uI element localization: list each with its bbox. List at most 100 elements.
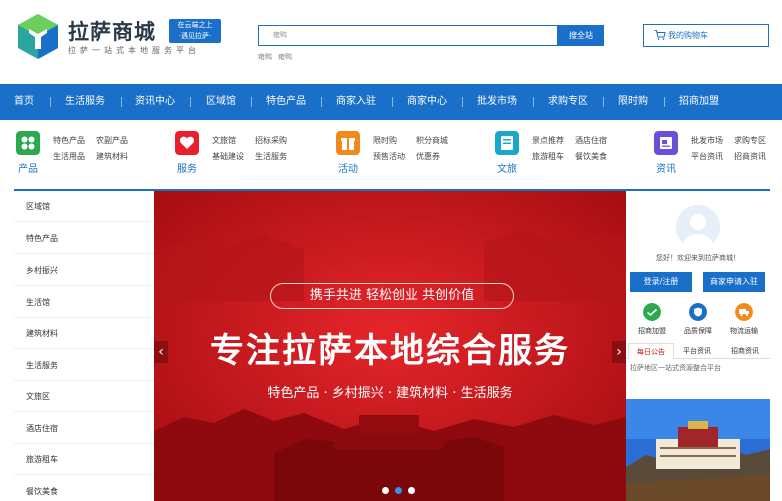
banner-subline: 特色产品 · 乡村振兴 · 建筑材料 · 生活服务 [267,386,513,401]
category-link[interactable]: 预售活动 [373,151,405,162]
merchant-apply-button[interactable]: 商家申请入驻 [703,272,765,292]
category-info[interactable]: 资讯 批发市场 求购专区 平台资讯 招商资讯 [654,130,778,180]
nav-item-news[interactable]: 资讯中心 [135,84,175,120]
carousel-prev-arrow[interactable]: ‹ [154,341,168,363]
category-label: 产品 [18,164,38,175]
truck-icon [735,303,753,321]
nav-separator [121,97,122,107]
logo-icon[interactable] [14,12,62,60]
login-register-button[interactable]: 登录/注册 [630,272,692,292]
nav-separator [251,97,252,107]
category-link[interactable]: 农副产品 [96,135,128,146]
category-link[interactable]: 基础建设 [212,151,244,162]
service-quality[interactable]: 品质保障 [674,303,722,336]
nav-item-purchase[interactable]: 求购专区 [548,84,588,120]
category-link[interactable]: 旅游租车 [532,151,564,162]
category-link[interactable]: 生活用品 [53,151,85,162]
search-input[interactable]: 雍鸭 [258,25,558,46]
category-product[interactable]: 产品 特色产品 农副产品 生活用品 建筑材料 [16,130,146,180]
tab-franchise-news[interactable]: 招商资讯 [722,343,768,359]
category-link[interactable]: 特色产品 [53,135,85,146]
brand-tag-line2: ·遇见拉萨· [178,32,212,40]
category-link[interactable]: 积分商城 [416,135,448,146]
nav-item-merchant-center[interactable]: 商家中心 [407,84,447,120]
category-link[interactable]: 酒店住宿 [575,135,607,146]
main-nav: 首页 生活服务 资讯中心 区域馆 特色产品 商家入驻 商家中心 批发市场 求购专… [0,84,782,120]
page: 拉萨商城 在云端之上 ·遇见拉萨· 拉萨一站式本地服务平台 雍鸭 搜全站 雍鸭雍… [0,0,782,501]
category-link[interactable]: 优惠券 [416,151,440,162]
category-activity[interactable]: 活动 限时购 积分商城 预售活动 优惠券 [336,130,466,180]
hero-banner[interactable]: 携手共进 轻松创业 共创价值 专注拉萨本地综合服务 特色产品 · 乡村振兴 · … [154,191,626,501]
hot-word-link[interactable]: 雍鸭 [278,53,292,61]
service-label: 招商加盟 [638,327,666,335]
service-label: 品质保障 [684,327,712,335]
nav-separator [664,97,665,107]
sidebar-item[interactable]: 旅游租车 [14,444,154,475]
nav-separator [190,97,191,107]
nav-item-region[interactable]: 区域馆 [206,84,236,120]
banner-headline: 专注拉萨本地综合服务 [210,331,570,371]
brand-tag: 在云端之上 ·遇见拉萨· [169,19,221,43]
nav-item-wholesale[interactable]: 批发市场 [477,84,517,120]
hot-word-link[interactable]: 雍鸭 [258,53,272,61]
user-avatar[interactable] [676,205,720,249]
nav-item-flash-sale[interactable]: 限时购 [618,84,648,120]
category-link[interactable]: 招商资讯 [734,151,766,162]
site-slogan: 拉萨一站式本地服务平台 [68,46,200,55]
tab-platform-news[interactable]: 平台资讯 [674,343,720,359]
category-label: 服务 [177,164,197,175]
carousel-dot[interactable] [408,487,415,494]
category-link[interactable]: 招标采购 [255,135,287,146]
carousel-dot-active[interactable] [395,487,402,494]
search-button[interactable]: 搜全站 [558,25,604,46]
category-link[interactable]: 限时购 [373,135,397,146]
book-icon [495,131,519,155]
nav-item-life-service[interactable]: 生活服务 [65,84,105,120]
notice-item[interactable]: 拉萨地区一站式资源整合平台 [630,363,766,373]
sidebar-item[interactable]: 餐饮美食 [14,476,154,501]
carousel-next-arrow[interactable]: › [612,341,626,363]
hot-words: 雍鸭 雍鸭 [258,52,298,62]
category-label: 资讯 [656,164,676,175]
nav-separator [533,97,534,107]
category-link[interactable]: 建筑材料 [96,151,128,162]
sidebar-item[interactable]: 区域馆 [14,191,154,222]
header: 拉萨商城 在云端之上 ·遇见拉萨· 拉萨一站式本地服务平台 雍鸭 搜全站 雍鸭雍… [0,0,782,84]
nav-item-merchant-join[interactable]: 商家入驻 [336,84,376,120]
cart-button[interactable]: 我的购物车 [643,24,769,47]
sidebar-item[interactable]: 生活服务 [14,350,154,381]
sidebar-item[interactable]: 生活馆 [14,287,154,318]
category-link[interactable]: 文旅馆 [212,135,236,146]
welcome-text: 您好！欢迎来到拉萨商城！ [656,254,740,262]
news-icon [654,131,678,155]
sidebar-item[interactable]: 特色产品 [14,223,154,254]
carousel-dot[interactable] [382,487,389,494]
category-culture-tourism[interactable]: 文旅 景点推荐 酒店住宿 旅游租车 餐饮美食 [495,130,625,180]
sidebar-item[interactable]: 乡村振兴 [14,255,154,286]
sidebar-item[interactable]: 酒店住宿 [14,413,154,444]
potala-palace-image[interactable] [626,399,770,501]
category-link[interactable]: 批发市场 [691,135,723,146]
cart-label: 我的购物车 [668,31,708,40]
grid-icon [16,131,40,155]
service-logistics[interactable]: 物流运输 [720,303,768,336]
category-link[interactable]: 景点推荐 [532,135,564,146]
brand-tag-line1: 在云端之上 [177,21,213,29]
sidebar-item[interactable]: 建筑材料 [14,318,154,349]
category-link[interactable]: 求购专区 [734,135,766,146]
nav-separator [50,97,51,107]
category-link[interactable]: 生活服务 [255,151,287,162]
brand-name[interactable]: 拉萨商城 [68,16,156,46]
service-franchise[interactable]: 招商加盟 [628,303,676,336]
category-link[interactable]: 平台资讯 [691,151,723,162]
nav-item-featured[interactable]: 特色产品 [266,84,306,120]
category-link[interactable]: 餐饮美食 [575,151,607,162]
sidebar-item[interactable]: 文旅区 [14,381,154,412]
nav-item-home[interactable]: 首页 [14,84,34,120]
nav-item-franchise[interactable]: 招商加盟 [679,84,719,120]
nav-separator [603,97,604,107]
tab-daily-notice[interactable]: 每日公告 [628,343,674,359]
category-service[interactable]: 服务 文旅馆 招标采购 基础建设 生活服务 [175,130,305,180]
category-sidebar: 区域馆 特色产品 乡村振兴 生活馆 建筑材料 生活服务 文旅区 酒店住宿 旅游租… [14,191,154,501]
banner-slogan: 携手共进 轻松创业 共创价值 [270,283,514,309]
